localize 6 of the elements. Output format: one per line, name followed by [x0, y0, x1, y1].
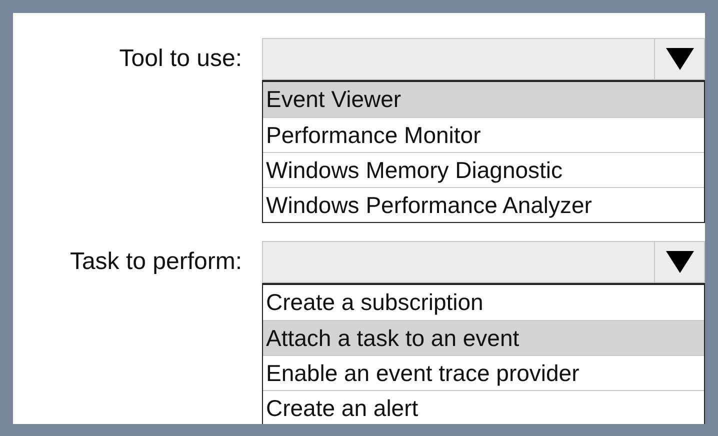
caret-icon — [666, 251, 694, 273]
dropdown-option[interactable]: Event Viewer — [263, 82, 704, 117]
caret-icon — [666, 48, 694, 70]
dropdown-option[interactable]: Attach a task to an event — [263, 320, 704, 355]
field-label: Tool to use: — [118, 44, 243, 74]
field-label: Task to perform: — [68, 247, 243, 277]
